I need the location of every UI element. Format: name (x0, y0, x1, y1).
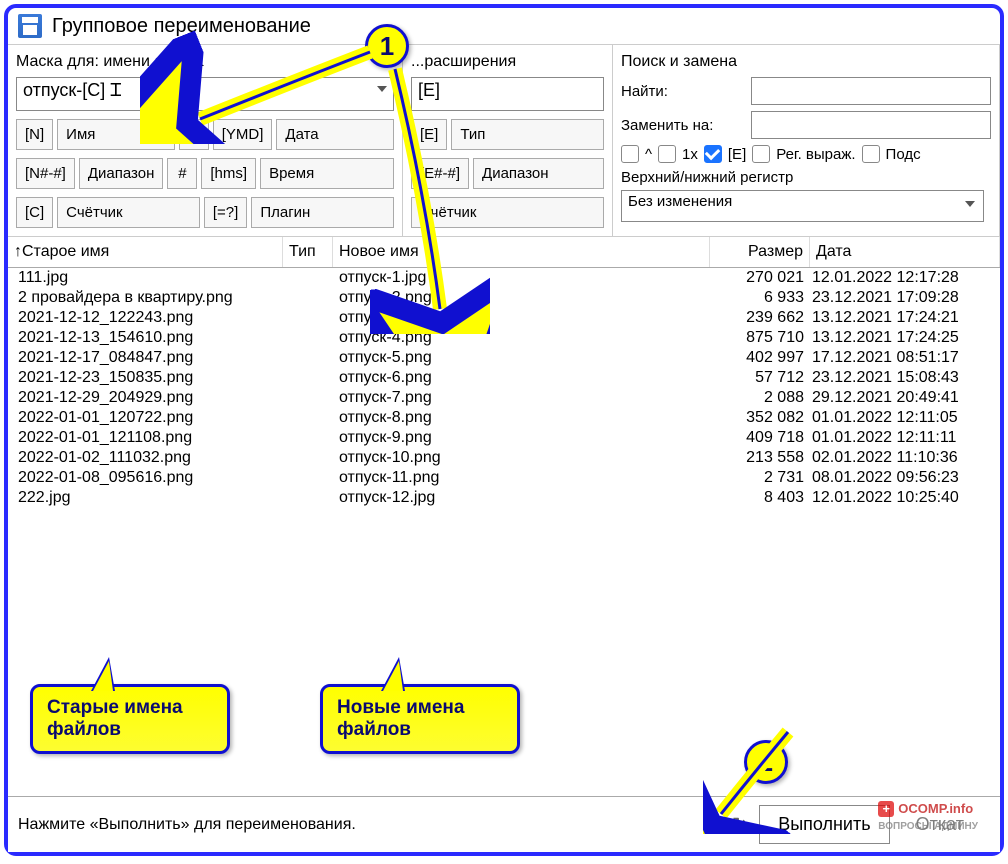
search-title: Поиск и замена (621, 53, 991, 71)
ext-mask-label: ...расширения (411, 53, 604, 71)
btn-counter[interactable]: Счётчик (57, 197, 200, 228)
btn-date[interactable]: Дата (276, 119, 394, 150)
btn-ymd[interactable]: [YMD] (213, 119, 273, 150)
btn-ext-type[interactable]: Тип (451, 119, 604, 150)
btn-range[interactable]: [N#-#] (16, 158, 75, 189)
btn-ext-range[interactable]: [E#-#] (411, 158, 469, 189)
annotation-badge-1: 1 (365, 24, 409, 68)
filename-mask-panel: Маска для: имени файла отпуск-[C] Ꮖ [N] … (8, 45, 403, 236)
ext-mask-input[interactable]: [E] (411, 77, 604, 111)
callout-new-names: Новые имена файлов (320, 684, 520, 754)
file-row[interactable]: 2022-01-01_120722.pngотпуск-8.png352 082… (8, 408, 1000, 428)
file-row[interactable]: 2021-12-13_154610.pngотпуск-4.png875 710… (8, 328, 1000, 348)
btn-counter-c[interactable]: [C] (16, 197, 53, 228)
file-table-header: ↑Старое имя Тип Новое имя Размер Дата (8, 237, 1000, 268)
file-row[interactable]: 2022-01-02_111032.pngотпуск-10.png213 55… (8, 448, 1000, 468)
filename-mask-label: Маска для: имени файла (16, 53, 394, 71)
file-row[interactable]: 111.jpgотпуск-1.jpg270 02112.01.2022 12:… (8, 268, 1000, 288)
case-label: Верхний/нижний регистр (621, 169, 991, 186)
search-replace-panel: Поиск и замена Найти: Заменить на: ^ 1x … (613, 45, 1000, 236)
watermark: +OCOMP.info ВОПРОСЫ АДМИНУ (878, 801, 978, 832)
statusbar: Нажмите «Выполнить» для переименования. … (8, 796, 1000, 852)
replace-input[interactable] (751, 111, 991, 139)
case-select[interactable]: Без изменения (621, 190, 984, 222)
btn-plusminus[interactable]: ± (179, 119, 209, 150)
reload-icon[interactable]: ↻ (732, 814, 747, 835)
chevron-down-icon (965, 201, 975, 207)
col-new-name[interactable]: Новое имя (333, 237, 710, 267)
chevron-down-icon (377, 86, 387, 92)
btn-hash[interactable]: # (167, 158, 197, 189)
btn-ext-e[interactable]: [E] (411, 119, 447, 150)
chk-regex[interactable] (752, 145, 770, 163)
file-row[interactable]: 2 провайдера в квартиру.pngотпуск-2.png6… (8, 288, 1000, 308)
btn-range-label[interactable]: Диапазон (79, 158, 164, 189)
btn-name[interactable]: Имя (57, 119, 175, 150)
file-table-body: 111.jpgотпуск-1.jpg270 02112.01.2022 12:… (8, 268, 1000, 708)
annotation-badge-2: 2 (744, 740, 788, 784)
col-ext[interactable]: Тип (283, 237, 333, 267)
file-row[interactable]: 2022-01-08_095616.pngотпуск-11.png2 7310… (8, 468, 1000, 488)
replace-label: Заменить на: (621, 117, 741, 134)
save-icon (18, 14, 42, 38)
find-input[interactable] (751, 77, 991, 105)
chk-once[interactable] (658, 145, 676, 163)
btn-ext-range-label[interactable]: Диапазон (473, 158, 604, 189)
status-message: Нажмите «Выполнить» для переименования. (18, 816, 732, 834)
plus-icon: + (878, 801, 894, 817)
execute-button[interactable]: Выполнить (759, 805, 889, 844)
filename-mask-input[interactable]: отпуск-[C] Ꮖ (16, 77, 394, 111)
file-row[interactable]: 2021-12-29_204929.pngотпуск-7.png2 08829… (8, 388, 1000, 408)
chk-caret[interactable] (621, 145, 639, 163)
chk-ext[interactable] (704, 145, 722, 163)
btn-hms[interactable]: [hms] (201, 158, 256, 189)
btn-eq[interactable]: [=?] (204, 197, 247, 228)
window-title: Групповое переименование (52, 15, 311, 38)
btn-n[interactable]: [N] (16, 119, 53, 150)
file-row[interactable]: 222.jpgотпуск-12.jpg8 40312.01.2022 10:2… (8, 488, 1000, 508)
file-row[interactable]: 2022-01-01_121108.pngотпуск-9.png409 718… (8, 428, 1000, 448)
file-row[interactable]: 2021-12-17_084847.pngотпуск-5.png402 997… (8, 348, 1000, 368)
callout-old-names: Старые имена файлов (30, 684, 230, 754)
ext-mask-panel: ...расширения [E] [E] Тип [E#-#] Диапазо… (403, 45, 613, 236)
file-row[interactable]: 2021-12-23_150835.pngотпуск-6.png57 7122… (8, 368, 1000, 388)
col-old-name[interactable]: ↑Старое имя (8, 237, 283, 267)
btn-plugin[interactable]: Плагин (251, 197, 394, 228)
find-label: Найти: (621, 83, 741, 100)
text-cursor-icon: Ꮖ (110, 80, 124, 101)
titlebar: Групповое переименование (8, 8, 1000, 44)
col-size[interactable]: Размер (710, 237, 810, 267)
btn-time[interactable]: Время (260, 158, 394, 189)
chk-subst[interactable] (862, 145, 880, 163)
col-date[interactable]: Дата (810, 237, 1000, 267)
config-panels: Маска для: имени файла отпуск-[C] Ꮖ [N] … (8, 44, 1000, 237)
btn-ext-counter[interactable]: Счётчик (411, 197, 604, 228)
file-row[interactable]: 2021-12-12_122243.pngотпуск-3.png239 662… (8, 308, 1000, 328)
